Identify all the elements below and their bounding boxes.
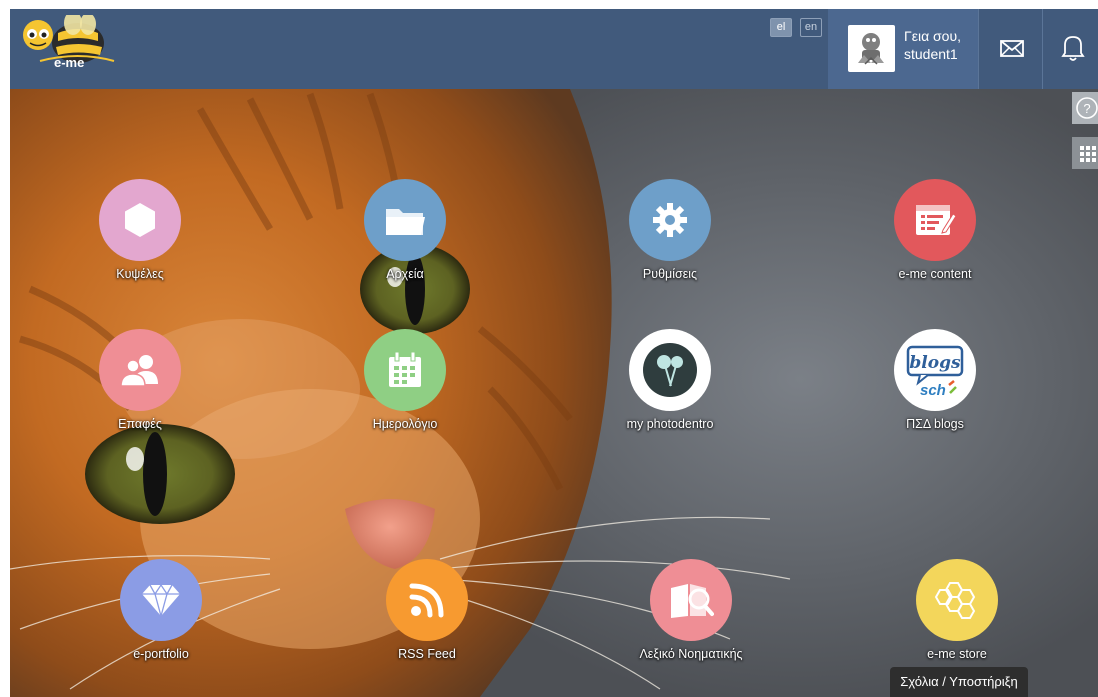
apps-grid-button[interactable]: [1072, 137, 1098, 169]
user-greeting: Γεια σου, student1: [904, 27, 961, 63]
notifications-button[interactable]: [1042, 9, 1098, 89]
tile-e-me-content[interactable]: e-me content: [865, 179, 1005, 289]
top-bar: e-me el en Γεια σου, student1: [10, 9, 1098, 89]
feedback-support-button[interactable]: Σχόλια / Υποστήριξη: [890, 667, 1028, 697]
rss-icon: [386, 559, 468, 641]
user-menu[interactable]: Γεια σου, student1: [828, 9, 978, 89]
diamond-icon: [120, 559, 202, 641]
contacts-icon: [99, 329, 181, 411]
tile-arxeia[interactable]: Αρχεία: [335, 179, 475, 289]
tile-label: RSS Feed: [398, 647, 456, 661]
tile-label: e-portfolio: [133, 647, 189, 661]
tile-e-portfolio[interactable]: e-portfolio: [91, 559, 231, 669]
svg-text:sch: sch: [920, 382, 946, 399]
bell-icon: [1061, 36, 1085, 61]
tile-kypseles[interactable]: Κυψέλες: [70, 179, 210, 289]
messages-button[interactable]: [978, 9, 1042, 89]
logo-text: e-me: [54, 55, 85, 70]
gear-icon: [629, 179, 711, 261]
tile-lexiko-noimatikis[interactable]: Λεξικό Νοηματικής: [621, 559, 761, 669]
tile-imerologio[interactable]: Ημερολόγιο: [335, 329, 475, 439]
tile-label: my photodentro: [626, 417, 714, 431]
calendar-icon: [364, 329, 446, 411]
question-icon: ?: [1076, 97, 1098, 119]
grid-icon: [1080, 146, 1096, 162]
tile-label: e-me store: [927, 647, 987, 661]
honeycomb-icon: [916, 559, 998, 641]
content-editor-icon: [894, 179, 976, 261]
folder-icon: [364, 179, 446, 261]
dictionary-icon: [650, 559, 732, 641]
tile-rythmiseis[interactable]: Ρυθμίσεις: [600, 179, 740, 289]
help-button[interactable]: ?: [1072, 92, 1098, 124]
tile-e-me-store[interactable]: e-me store: [887, 559, 1027, 669]
tile-label: ΠΣΔ blogs: [906, 417, 964, 431]
tile-label: Επαφές: [118, 417, 162, 431]
tile-label: Ημερολόγιο: [372, 417, 438, 431]
e-me-logo[interactable]: e-me: [18, 11, 118, 75]
tile-label: Λεξικό Νοηματικής: [639, 647, 743, 661]
hexagon-icon: [99, 179, 181, 261]
desktop: e-me el en Γεια σου, student1 ? Κυψέλες …: [10, 9, 1098, 697]
greeting-text: Γεια σου,: [904, 28, 962, 44]
username-text: student1: [904, 46, 958, 62]
tile-label: Αρχεία: [386, 267, 424, 281]
language-el-button[interactable]: el: [770, 18, 792, 37]
tile-label: Ρυθμίσεις: [642, 267, 698, 281]
language-en-button[interactable]: en: [800, 18, 822, 37]
tile-rss-feed[interactable]: RSS Feed: [357, 559, 497, 669]
tile-psd-blogs[interactable]: blogs sch ΠΣΔ blogs: [865, 329, 1005, 439]
tile-my-photodentro[interactable]: my photodentro: [600, 329, 740, 439]
avatar-robot-icon: [858, 33, 884, 65]
tile-label: e-me content: [898, 267, 972, 281]
blogs-icon: blogs sch: [894, 329, 976, 411]
tile-epafes[interactable]: Επαφές: [70, 329, 210, 439]
photodentro-icon: [629, 329, 711, 411]
svg-text:blogs: blogs: [909, 353, 961, 373]
avatar: [848, 25, 895, 72]
tile-label: Κυψέλες: [116, 267, 164, 281]
envelope-icon: [1000, 40, 1024, 57]
svg-text:?: ?: [1083, 101, 1090, 116]
